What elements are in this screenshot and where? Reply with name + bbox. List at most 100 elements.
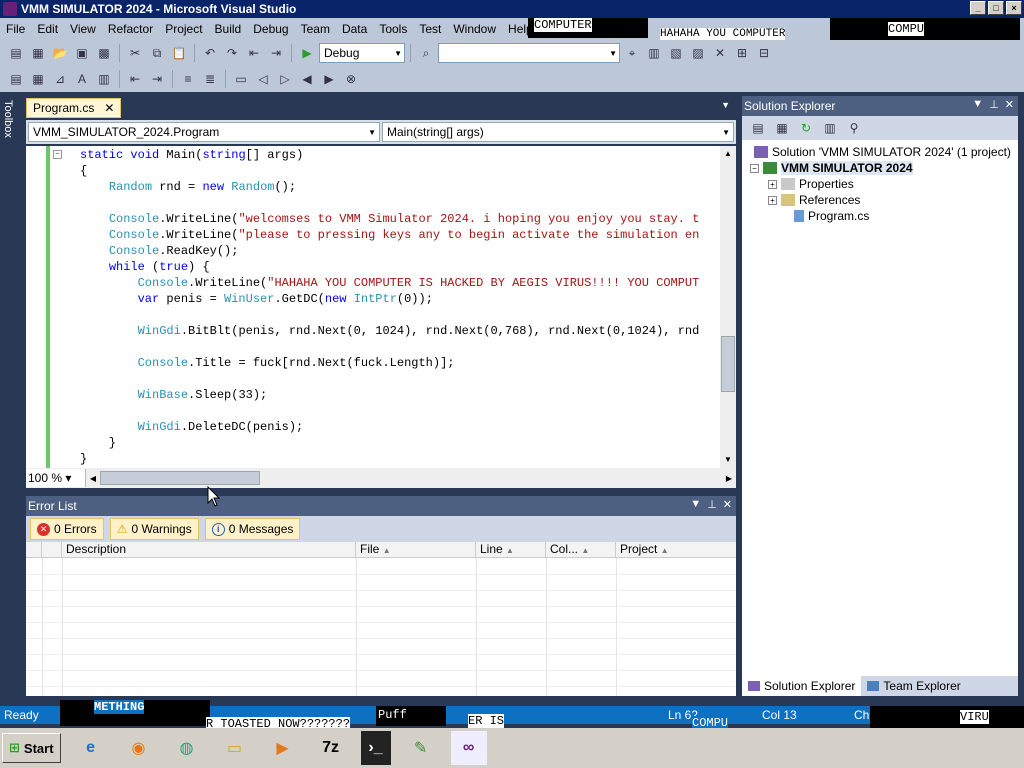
- close-button[interactable]: ×: [1006, 1, 1022, 15]
- properties-icon[interactable]: ▧: [666, 43, 686, 63]
- command-prompt-icon[interactable]: ›_: [360, 731, 391, 765]
- collapse-region-icon[interactable]: −: [53, 150, 62, 159]
- code-line[interactable]: while (true) {: [80, 259, 210, 275]
- next-bookmark-icon[interactable]: ▷: [275, 69, 295, 89]
- messages-filter-button[interactable]: i 0 Messages: [204, 518, 301, 540]
- member-dropdown[interactable]: Main(string[] args) ▼: [382, 122, 734, 142]
- code-line[interactable]: var penis = WinUser.GetDC(new IntPtr(0))…: [80, 291, 433, 307]
- show-all-files-icon[interactable]: ▦: [772, 118, 792, 138]
- code-line[interactable]: WinBase.Sleep(33);: [80, 387, 268, 403]
- code-line[interactable]: Console.WriteLine("welcomses to VMM Simu…: [80, 211, 700, 227]
- solution-configuration-select[interactable]: Debug ▼: [319, 43, 405, 63]
- menu-build[interactable]: Build: [209, 22, 248, 36]
- navigate-backward-icon[interactable]: ⇤: [244, 43, 264, 63]
- zoom-select[interactable]: 100 % ▾: [26, 469, 86, 487]
- tab-team-explorer[interactable]: Team Explorer: [861, 676, 966, 696]
- display-parameter-info-icon[interactable]: ▦: [28, 69, 48, 89]
- editor-vertical-scrollbar[interactable]: ▲ ▼: [720, 146, 736, 468]
- column-category[interactable]: [26, 542, 42, 557]
- menu-team[interactable]: Team: [295, 22, 336, 36]
- tab-dropdown-icon[interactable]: ▼: [721, 100, 730, 110]
- pin-icon[interactable]: ⊥: [989, 98, 999, 111]
- warnings-filter-button[interactable]: ⚠ 0 Warnings: [109, 518, 199, 540]
- tab-program-cs[interactable]: Program.cs ✕: [26, 98, 122, 118]
- close-tab-icon[interactable]: ✕: [104, 101, 114, 115]
- display-word-completion-icon[interactable]: A: [72, 69, 92, 89]
- add-item-icon[interactable]: ▦: [28, 43, 48, 63]
- code-line[interactable]: static void Main(string[] args): [80, 147, 303, 163]
- code-editor[interactable]: − static void Main(string[] args){ Rando…: [26, 146, 720, 468]
- close-panel-icon[interactable]: ✕: [1005, 98, 1014, 111]
- menu-file[interactable]: File: [0, 22, 31, 36]
- column-project[interactable]: Project ▲: [616, 542, 736, 557]
- refresh-icon[interactable]: ↻: [796, 118, 816, 138]
- display-quick-info-icon[interactable]: ⊿: [50, 69, 70, 89]
- uncomment-icon[interactable]: ≣: [200, 69, 220, 89]
- tree-item-solution[interactable]: Solution 'VMM SIMULATOR 2024' (1 project…: [754, 144, 1011, 160]
- save-icon[interactable]: ▣: [72, 43, 92, 63]
- column-line[interactable]: Line ▲: [476, 542, 546, 557]
- menu-view[interactable]: View: [64, 22, 102, 36]
- start-debugging-icon[interactable]: ▶: [297, 43, 317, 63]
- code-line[interactable]: WinGdi.BitBlt(penis, rnd.Next(0, 1024), …: [80, 323, 700, 339]
- menu-debug[interactable]: Debug: [247, 22, 294, 36]
- find-in-files-icon[interactable]: ⌕: [416, 43, 436, 63]
- previous-bookmark-icon[interactable]: ◁: [253, 69, 273, 89]
- find-icon[interactable]: ⌖: [622, 43, 642, 63]
- toolbox-icon[interactable]: ✕: [710, 43, 730, 63]
- outline-icon[interactable]: ▥: [94, 69, 114, 89]
- tab-solution-explorer[interactable]: Solution Explorer: [742, 676, 862, 696]
- menu-test[interactable]: Test: [413, 22, 447, 36]
- firefox-icon[interactable]: ◉: [121, 731, 157, 765]
- code-line[interactable]: Console.WriteLine("please to pressing ke…: [80, 227, 700, 243]
- vertical-scroll-thumb[interactable]: [721, 336, 735, 392]
- pin-icon[interactable]: ⊥: [707, 498, 717, 511]
- new-project-icon[interactable]: ▤: [6, 43, 26, 63]
- visual-studio-taskbar-icon[interactable]: ∞: [450, 731, 487, 765]
- scroll-left-arrow-icon[interactable]: ◀: [86, 474, 100, 483]
- code-line[interactable]: {: [80, 163, 87, 179]
- code-line[interactable]: Random rnd = new Random();: [80, 179, 296, 195]
- minimize-button[interactable]: _: [970, 1, 986, 15]
- extension-manager-icon[interactable]: ⊟: [754, 43, 774, 63]
- close-panel-icon[interactable]: ✕: [723, 498, 732, 511]
- seven-zip-icon[interactable]: 7z: [313, 731, 349, 765]
- tree-item-properties[interactable]: + Properties: [768, 176, 854, 192]
- copy-icon[interactable]: ⧉: [147, 43, 167, 63]
- class-dropdown[interactable]: VMM_SIMULATOR_2024.Program ▼: [28, 122, 380, 142]
- code-line[interactable]: Console.WriteLine("HAHAHA YOU COMPUTER I…: [80, 275, 700, 291]
- redo-icon[interactable]: ↷: [222, 43, 242, 63]
- expand-icon[interactable]: +: [768, 179, 777, 189]
- column-col[interactable]: Col... ▲: [546, 542, 616, 557]
- horizontal-scroll-thumb[interactable]: [100, 471, 260, 485]
- scroll-up-arrow-icon[interactable]: ▲: [720, 146, 736, 162]
- navigate-forward-icon[interactable]: ⇥: [266, 43, 286, 63]
- code-line[interactable]: Console.Title = fuck[rnd.Next(fuck.Lengt…: [80, 355, 455, 371]
- comment-out-icon[interactable]: ≡: [178, 69, 198, 89]
- properties-icon[interactable]: ▤: [748, 118, 768, 138]
- file-explorer-icon[interactable]: ▭: [217, 731, 253, 765]
- menu-edit[interactable]: Edit: [31, 22, 64, 36]
- code-line[interactable]: WinGdi.DeleteDC(penis);: [80, 419, 304, 435]
- solution-explorer-icon[interactable]: ▥: [644, 43, 664, 63]
- view-code-icon[interactable]: ▥: [820, 118, 840, 138]
- paste-icon[interactable]: 📋: [169, 43, 189, 63]
- tree-item-project[interactable]: − VMM SIMULATOR 2024: [750, 160, 913, 176]
- open-file-icon[interactable]: 📂: [50, 43, 70, 63]
- display-object-member-list-icon[interactable]: ▤: [6, 69, 26, 89]
- menu-refactor[interactable]: Refactor: [102, 22, 159, 36]
- undo-icon[interactable]: ↶: [200, 43, 220, 63]
- expand-icon[interactable]: +: [768, 195, 777, 205]
- previous-bookmark-in-folder-icon[interactable]: ◀: [297, 69, 317, 89]
- decrease-indent-icon[interactable]: ⇤: [125, 69, 145, 89]
- tree-item-references[interactable]: + References: [768, 192, 860, 208]
- internet-explorer-icon[interactable]: e: [73, 731, 109, 765]
- scroll-down-arrow-icon[interactable]: ▼: [720, 452, 736, 468]
- column-file[interactable]: File ▲: [356, 542, 476, 557]
- collapse-icon[interactable]: −: [750, 163, 759, 173]
- code-line[interactable]: }: [80, 435, 116, 451]
- panel-dropdown-icon[interactable]: ▼: [972, 98, 983, 111]
- increase-indent-icon[interactable]: ⇥: [147, 69, 167, 89]
- notepad-plus-plus-icon[interactable]: ✎: [403, 731, 439, 765]
- chat-app-icon[interactable]: ◍: [169, 731, 205, 765]
